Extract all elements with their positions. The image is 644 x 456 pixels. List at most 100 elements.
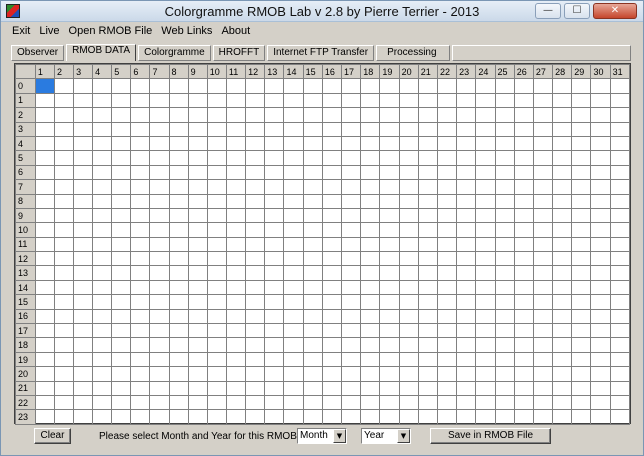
grid-cell[interactable]	[456, 380, 477, 396]
grid-cell[interactable]	[417, 92, 438, 109]
grid-cell[interactable]	[111, 135, 132, 152]
grid-cell[interactable]	[341, 294, 362, 310]
grid-cell[interactable]	[149, 294, 170, 310]
grid-cell[interactable]	[321, 380, 343, 396]
grid-cell[interactable]	[206, 251, 227, 267]
grid-cell[interactable]	[53, 251, 75, 267]
grid-cell[interactable]	[590, 193, 611, 209]
grid-cell[interactable]	[225, 265, 247, 281]
grid-cell[interactable]	[111, 251, 132, 267]
grid-cell[interactable]	[168, 394, 189, 411]
grid-cell[interactable]	[53, 265, 75, 281]
grid-cell[interactable]	[417, 150, 438, 166]
grid-cell[interactable]	[53, 279, 75, 296]
grid-cell[interactable]	[571, 78, 592, 94]
grid-cell[interactable]	[494, 236, 515, 253]
grid-cell[interactable]	[398, 323, 419, 339]
grid-cell[interactable]	[149, 380, 170, 396]
grid-cell[interactable]	[53, 323, 75, 339]
grid-cell[interactable]	[475, 107, 496, 123]
grid-cell[interactable]	[206, 207, 227, 224]
grid-cell[interactable]	[341, 222, 362, 238]
grid-cell[interactable]	[341, 207, 362, 224]
grid-cell[interactable]	[245, 107, 266, 123]
row-header[interactable]: 7	[15, 179, 36, 195]
grid-cell[interactable]	[513, 308, 534, 325]
grid-cell[interactable]	[302, 308, 323, 325]
grid-cell[interactable]	[302, 394, 323, 411]
grid-cell[interactable]	[321, 337, 343, 353]
grid-cell[interactable]	[111, 150, 132, 166]
grid-cell[interactable]	[379, 121, 400, 137]
grid-cell[interactable]	[168, 380, 189, 396]
grid-cell[interactable]	[225, 179, 247, 195]
grid-cell[interactable]	[34, 135, 55, 152]
grid-cell[interactable]	[571, 222, 592, 238]
grid-cell[interactable]	[475, 308, 496, 325]
grid-cell[interactable]	[571, 207, 592, 224]
grid-cell[interactable]	[130, 394, 151, 411]
grid-cell[interactable]	[264, 236, 285, 253]
grid-cell[interactable]	[571, 150, 592, 166]
grid-cell[interactable]	[436, 150, 458, 166]
grid-cell[interactable]	[379, 337, 400, 353]
grid-cell[interactable]	[360, 380, 381, 396]
grid-cell[interactable]	[130, 251, 151, 267]
grid-cell[interactable]	[34, 351, 55, 368]
grid-cell[interactable]	[552, 207, 573, 224]
grid-cell[interactable]	[302, 265, 323, 281]
grid-cell[interactable]	[245, 121, 266, 137]
grid-cell[interactable]	[168, 279, 189, 296]
grid-cell[interactable]	[34, 294, 55, 310]
grid-cell[interactable]	[398, 366, 419, 382]
grid-cell[interactable]	[360, 222, 381, 238]
grid-cell[interactable]	[475, 337, 496, 353]
grid-cell[interactable]	[321, 135, 343, 152]
grid-cell[interactable]	[532, 265, 554, 281]
grid-cell[interactable]	[590, 107, 611, 123]
grid-cell[interactable]	[283, 394, 304, 411]
grid-cell[interactable]	[187, 251, 208, 267]
grid-cell[interactable]	[302, 294, 323, 310]
grid-cell[interactable]	[513, 294, 534, 310]
grid-cell[interactable]	[34, 222, 55, 238]
grid-cell[interactable]	[609, 279, 631, 296]
menu-about[interactable]: About	[217, 23, 255, 41]
grid-cell[interactable]	[149, 409, 170, 425]
grid-cell[interactable]	[111, 92, 132, 109]
grid-cell[interactable]	[302, 222, 323, 238]
grid-cell[interactable]	[53, 366, 75, 382]
grid-cell[interactable]	[149, 107, 170, 123]
grid-cell[interactable]	[532, 409, 554, 425]
grid-cell[interactable]	[73, 409, 94, 425]
grid-cell[interactable]	[149, 351, 170, 368]
grid-cell[interactable]	[609, 92, 631, 109]
grid-cell[interactable]	[111, 207, 132, 224]
grid-cell[interactable]	[494, 351, 515, 368]
grid-cell[interactable]	[571, 409, 592, 425]
grid-cell[interactable]	[494, 337, 515, 353]
close-icon[interactable]: ✕	[593, 3, 637, 19]
grid-cell[interactable]	[283, 380, 304, 396]
grid-cell[interactable]	[321, 222, 343, 238]
grid-cell[interactable]	[398, 121, 419, 137]
grid-cell[interactable]	[92, 265, 113, 281]
grid-cell[interactable]	[111, 121, 132, 137]
grid-cell[interactable]	[225, 236, 247, 253]
grid-cell[interactable]	[494, 394, 515, 411]
grid-cell[interactable]	[206, 135, 227, 152]
grid-cell[interactable]	[494, 121, 515, 137]
grid-cell[interactable]	[552, 121, 573, 137]
grid-cell[interactable]	[513, 121, 534, 137]
grid-cell[interactable]	[34, 150, 55, 166]
grid-cell[interactable]	[187, 150, 208, 166]
clear-button[interactable]: Clear	[34, 428, 71, 444]
grid-cell[interactable]	[130, 222, 151, 238]
grid-cell[interactable]	[609, 107, 631, 123]
grid-cell[interactable]	[436, 78, 458, 94]
grid-cell[interactable]	[436, 207, 458, 224]
grid-cell[interactable]	[206, 193, 227, 209]
grid-cell[interactable]	[590, 265, 611, 281]
grid-cell[interactable]	[532, 193, 554, 209]
grid-cell[interactable]	[417, 308, 438, 325]
